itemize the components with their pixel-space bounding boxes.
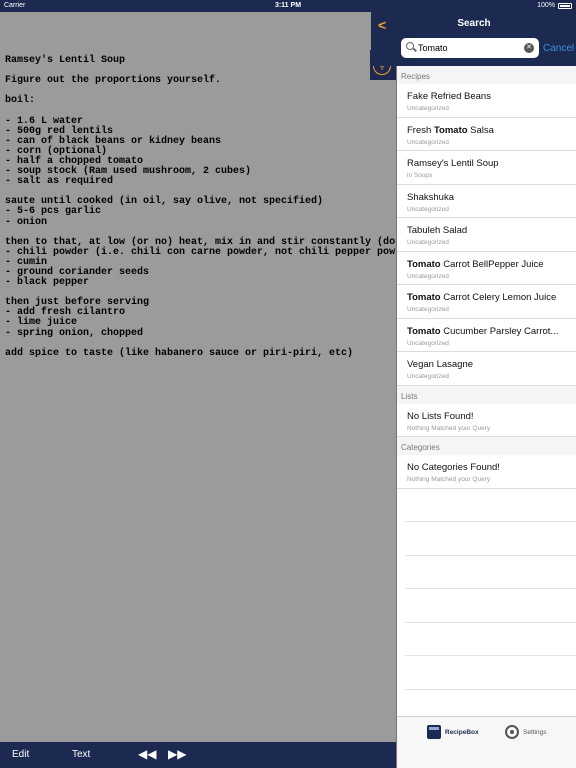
recipe-result-name: Fresh Tomato Salsa [407,124,494,136]
empty-row [405,489,576,522]
tab-settings[interactable]: Settings [505,725,547,739]
battery-percent: 100% [537,2,555,9]
empty-row [405,556,576,589]
recipe-text: Ramsey's Lentil Soup Figure out the prop… [5,55,396,359]
cancel-button[interactable]: Cancel [543,43,574,54]
section-header-lists: Lists [397,385,576,404]
lists-empty-title: No Lists Found! [407,410,474,422]
recipe-result-name: Tomato Carrot Celery Lemon Juice [407,292,557,303]
empty-row [405,589,576,623]
rewind-icon[interactable]: ◀◀ [138,747,156,761]
tab-settings-label: Settings [523,728,547,736]
recipe-result-category: Uncategorized [407,339,449,347]
recipe-result-name: Tomato Cucumber Parsley Carrot... [407,325,559,337]
fast-forward-icon[interactable]: ▶▶ [168,747,186,761]
status-bar: Carrier 3:11 PM 100% [0,0,576,12]
edit-button[interactable]: Edit [12,749,29,760]
clock: 3:11 PM [274,2,302,9]
clear-icon[interactable]: ✕ [524,43,534,53]
recipe-result-category: Uncategorized [407,373,449,380]
recipe-result-row[interactable]: Tomato Cucumber Parsley Carrot... Uncateg… [397,319,576,352]
text-button[interactable]: Text [72,749,90,760]
recipe-result-row[interactable]: Fake Refried Beans Uncategorized [397,84,576,118]
search-results[interactable]: Recipes Fake Refried Beans Uncategorized F… [397,66,576,716]
recipe-result-category: Uncategorized [407,138,449,146]
section-header-recipes: Recipes [397,66,576,84]
recipe-result-category: in Soups [407,172,433,179]
recipe-result-category: Uncategorized [407,205,449,213]
empty-row [405,623,576,656]
recipe-result-row[interactable]: Vegan Lasagne Uncategorized [397,352,576,386]
search-row: ✕ Cancel [371,36,576,66]
recipe-box-icon [427,725,441,739]
categories-empty-title: No Categories Found! [407,462,500,473]
recipe-result-row[interactable]: Shakshuka Uncategorized [397,185,576,218]
gear-icon [505,725,519,739]
recipe-result-category: Uncategorized [407,272,449,280]
battery-indicator: 100% [537,2,572,9]
recipe-results-list: Fake Refried Beans Uncategorized Fresh Tom… [397,84,576,386]
recipe-result-row[interactable]: Fresh Tomato Salsa Uncategorized [397,118,576,151]
section-header-categories: Categories [397,437,576,455]
recipe-result-name: Tomato Carrot BellPepper Juice [407,258,544,270]
empty-row [405,656,576,690]
empty-row [405,522,576,556]
recipe-result-row[interactable]: Tomato Carrot Celery Lemon Juice Uncatego… [397,285,576,319]
recipe-document[interactable]: Ramsey's Lentil Soup Figure out the prop… [0,12,396,742]
recipe-result-row[interactable]: Tabuleh Salad Uncategorized [397,218,576,252]
tab-recipebox-label: RecipeBox [445,728,479,736]
recipe-result-name: Tabuleh Salad [407,225,468,236]
search-title: Search [457,18,491,29]
categories-empty-row: No Categories Found! Nothing Matched you… [397,455,576,489]
tab-recipebox[interactable]: RecipeBox [427,725,479,739]
recipe-result-row[interactable]: Ramsey's Lentil Soup in Soups [397,151,576,185]
recipe-result-name: Fake Refried Beans [407,91,491,102]
search-icon [406,42,414,50]
search-box[interactable]: ✕ [401,38,539,58]
recipe-result-category: Uncategorized [407,239,449,246]
tab-bar: RecipeBox Settings [397,716,576,768]
recipe-result-name: Shakshuka [407,191,455,203]
recipe-result-category: Uncategorized [407,306,449,313]
search-panel: < Search ✕ Cancel Recipes Fake Refried B… [371,12,576,768]
battery-icon [558,2,572,9]
bottom-toolbar: Edit Text ◀◀ ▶▶ [0,742,396,768]
recipe-result-name: Vegan Lasagne [407,359,474,370]
recipe-result-name: Ramsey's Lentil Soup [407,158,499,169]
recipe-result-row[interactable]: Tomato Carrot BellPepper Juice Uncategori… [397,252,576,285]
search-input[interactable] [418,41,518,55]
lists-empty-row: No Lists Found! Nothing Matched your Que… [397,404,576,437]
lists-empty-subtitle: Nothing Matched your Query [407,424,491,432]
categories-empty-subtitle: Nothing Matched your Query [407,476,491,483]
recipe-result-category: Uncategorized [407,105,449,112]
